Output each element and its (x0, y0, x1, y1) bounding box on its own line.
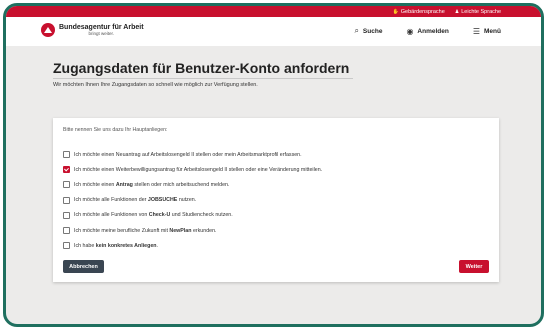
login-button[interactable]: ◉ Anmelden (406, 27, 448, 36)
option-check-u[interactable]: Ich möchte alle Funktionen von Check-U u… (63, 208, 322, 223)
next-button[interactable]: Weiter (459, 260, 489, 273)
option-jobsuche[interactable]: Ich möchte alle Funktionen der JOBSUCHE … (63, 193, 322, 208)
page-title: Zugangsdaten für Benutzer-Konto anforder… (53, 60, 350, 76)
option-label: Ich möchte alle Funktionen von Check-U u… (74, 212, 233, 219)
checkbox[interactable] (63, 227, 70, 235)
checkbox[interactable] (63, 181, 70, 189)
option-label: Ich möchte einen Weiterbewilligungsantra… (74, 166, 323, 173)
site-header: Bundesagentur für Arbeit bringt weiter. … (6, 17, 541, 46)
cancel-button[interactable]: Abbrechen (63, 260, 104, 273)
logo-title: Bundesagentur für Arbeit (59, 23, 144, 31)
option-label: Ich möchte meine berufliche Zukunft mit … (74, 227, 217, 234)
option-new-application[interactable]: Ich möchte einen Neuantrag auf Arbeitslo… (63, 147, 322, 162)
easy-language-link[interactable]: ♟ Leichte Sprache (455, 9, 501, 15)
title-divider (53, 78, 353, 79)
option-label: Ich möchte alle Funktionen der JOBSUCHE … (74, 197, 197, 204)
option-apply-register[interactable]: Ich möchte einen Antrag stellen oder mic… (63, 177, 322, 192)
request-form-card: Bitte nennen Sie uns dazu Ihr Hauptanlie… (53, 118, 499, 282)
header-nav: ⌕ Suche ◉ Anmelden ☰ Menü (354, 26, 501, 36)
menu-button[interactable]: ☰ Menü (473, 27, 501, 36)
search-button[interactable]: ⌕ Suche (354, 26, 382, 36)
form-prompt: Bitte nennen Sie uns dazu Ihr Hauptanlie… (63, 127, 168, 133)
checkbox-checked[interactable] (63, 166, 70, 174)
option-newplan[interactable]: Ich möchte meine berufliche Zukunft mit … (63, 223, 322, 238)
checkbox[interactable] (63, 151, 70, 159)
search-icon: ⌕ (354, 26, 359, 35)
option-label: Ich möchte einen Neuantrag auf Arbeitslo… (74, 151, 302, 158)
option-list: Ich möchte einen Neuantrag auf Arbeitslo… (63, 147, 322, 253)
top-utility-bar: ✋ Gebärdensprache ♟ Leichte Sprache (6, 6, 541, 17)
page-intro: Wir möchten Ihnen Ihre Zugangsdaten so s… (53, 82, 258, 88)
option-label: Ich möchte einen Antrag stellen oder mic… (74, 181, 230, 188)
hand-icon: ✋ (392, 8, 399, 15)
app-frame: ✋ Gebärdensprache ♟ Leichte Sprache Bundes… (3, 3, 544, 327)
ba-logo-icon (41, 23, 55, 37)
option-label: Ich habe kein konkretes Anliegen. (74, 242, 159, 249)
checkbox[interactable] (63, 211, 70, 219)
checkbox[interactable] (63, 196, 70, 204)
option-no-concern[interactable]: Ich habe kein konkretes Anliegen. (63, 238, 322, 253)
reader-icon: ♟ (454, 8, 460, 15)
checkbox[interactable] (63, 242, 70, 250)
sign-language-link[interactable]: ✋ Gebärdensprache (393, 9, 445, 15)
user-icon: ◉ (406, 26, 414, 36)
option-continuation-application[interactable]: Ich möchte einen Weiterbewilligungsantra… (63, 162, 322, 177)
ba-logo[interactable]: Bundesagentur für Arbeit bringt weiter. (41, 23, 144, 37)
hamburger-icon: ☰ (472, 26, 481, 36)
logo-subtitle: bringt weiter. (88, 30, 115, 36)
